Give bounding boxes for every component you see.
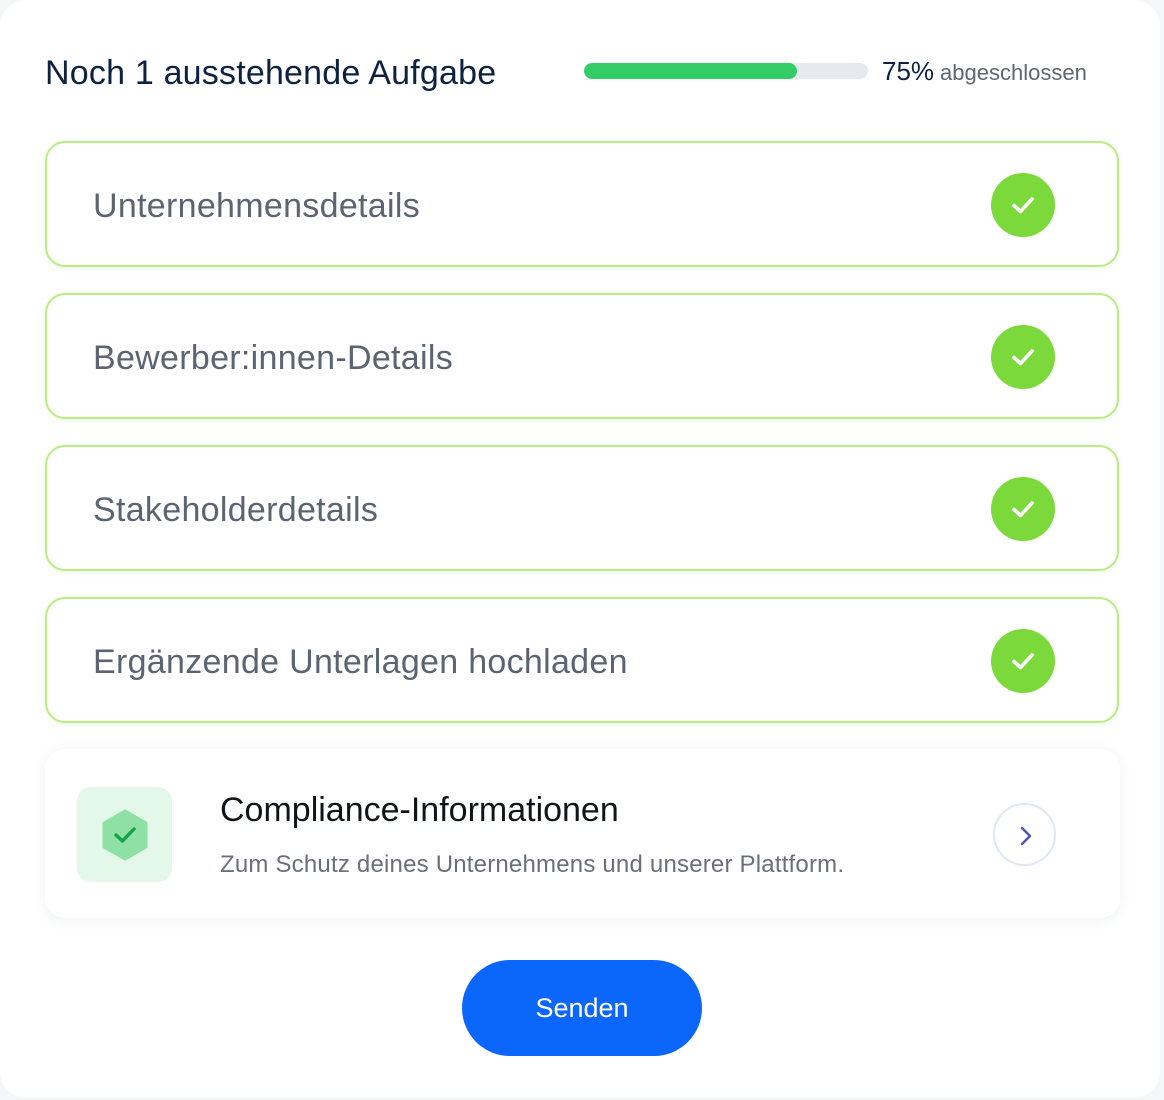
shield-check-icon (102, 809, 148, 861)
pending-tasks-title: Noch 1 ausstehende Aufgabe (45, 54, 497, 92)
progress-text: 75% abgeschlossen (882, 56, 1087, 87)
task-label: Unternehmensdetails (93, 187, 420, 225)
check-icon (991, 629, 1055, 693)
progress-header: Noch 1 ausstehende Aufgabe 75% abgeschlos… (45, 52, 1120, 102)
progress-bar (584, 63, 868, 79)
onboarding-card: Noch 1 ausstehende Aufgabe 75% abgeschlos… (0, 0, 1160, 1098)
task-label: Stakeholderdetails (93, 491, 379, 529)
task-applicant-details[interactable]: Bewerber:innen-Details (45, 293, 1119, 419)
compliance-subtitle: Zum Schutz deines Unternehmens und unser… (220, 851, 845, 878)
progress-bar-fill (584, 63, 797, 79)
task-label: Bewerber:innen-Details (93, 339, 453, 377)
task-company-details[interactable]: Unternehmensdetails (45, 141, 1119, 267)
submit-button[interactable]: Senden (462, 960, 702, 1056)
task-compliance-info[interactable]: Compliance-Informationen Zum Schutz dein… (45, 749, 1120, 918)
check-icon (991, 173, 1055, 237)
compliance-title: Compliance-Informationen (220, 791, 619, 829)
task-label: Ergänzende Unterlagen hochladen (93, 643, 628, 681)
check-icon (991, 325, 1055, 389)
check-icon (991, 477, 1055, 541)
progress-percent: 75% (882, 56, 935, 86)
open-compliance-button[interactable] (993, 803, 1056, 866)
task-stakeholder-details[interactable]: Stakeholderdetails (45, 445, 1119, 571)
chevron-right-icon (1020, 826, 1032, 846)
shield-tile (77, 787, 172, 882)
task-upload-documents[interactable]: Ergänzende Unterlagen hochladen (45, 597, 1119, 723)
progress-label: abgeschlossen (940, 60, 1087, 85)
